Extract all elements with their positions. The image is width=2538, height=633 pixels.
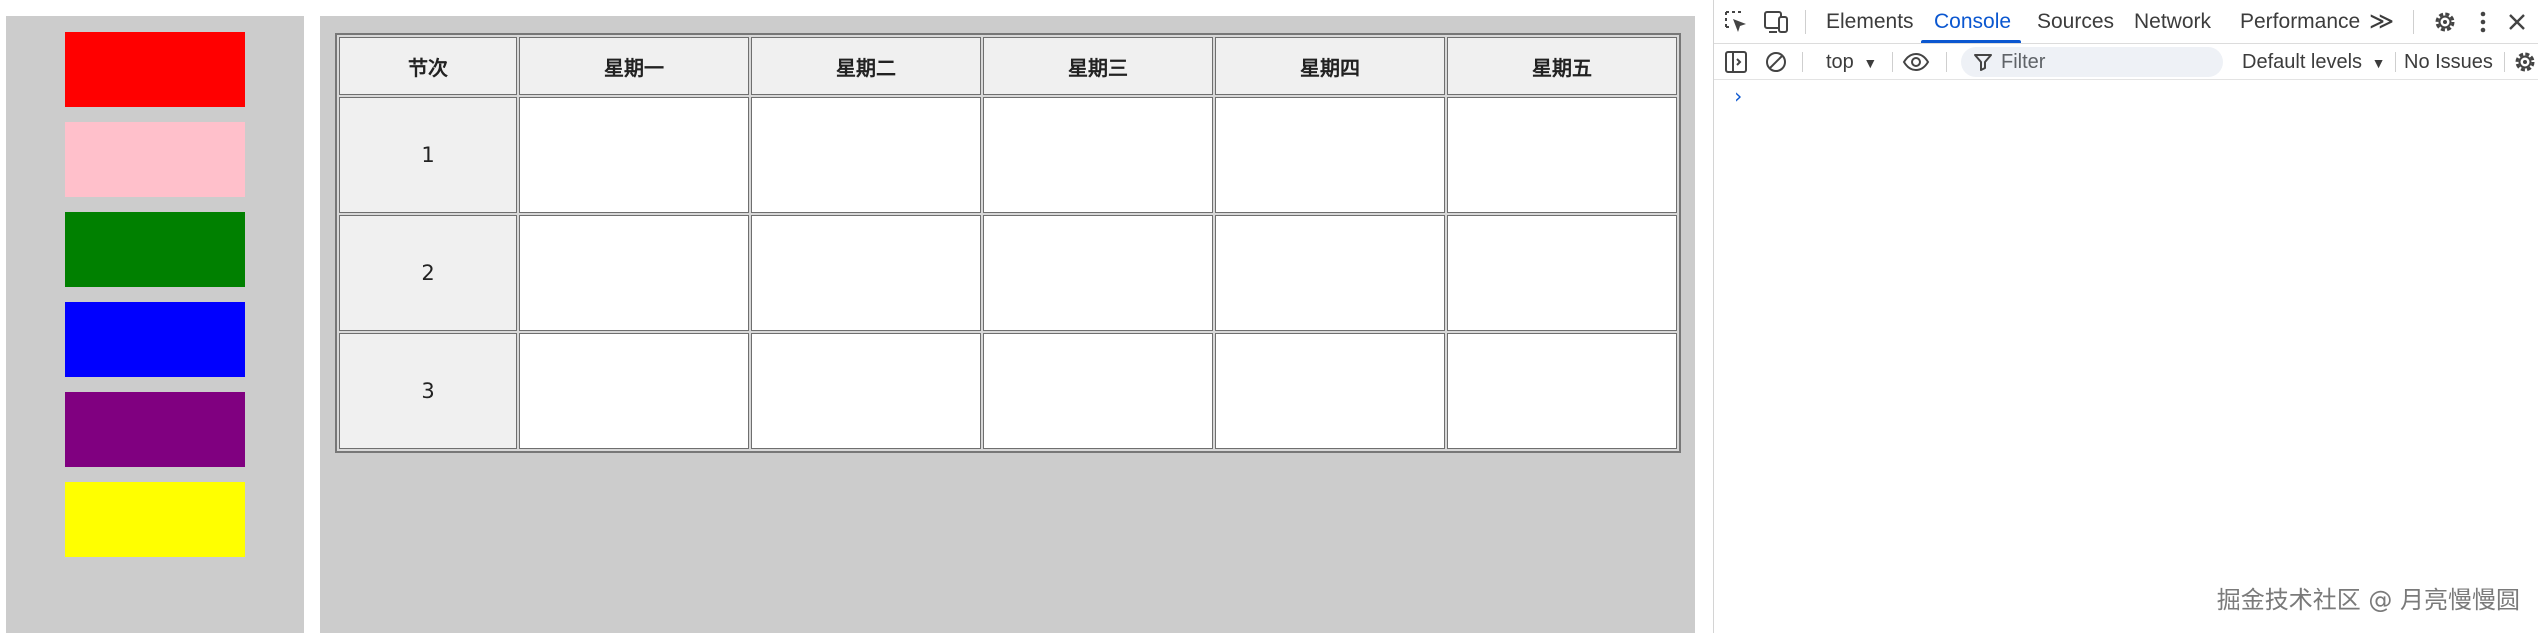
active-tab-indicator bbox=[1921, 40, 2021, 43]
swatch-yellow[interactable] bbox=[65, 482, 245, 557]
toolbar-separator bbox=[2504, 52, 2505, 72]
tab-network[interactable]: Network bbox=[2134, 0, 2211, 44]
schedule-cell[interactable] bbox=[983, 333, 1213, 449]
filter-icon bbox=[1971, 50, 1995, 74]
tab-elements[interactable]: Elements bbox=[1826, 0, 1914, 44]
more-tabs-button[interactable]: ≫ bbox=[2369, 0, 2394, 44]
schedule-cell[interactable] bbox=[983, 97, 1213, 213]
tab-sources[interactable]: Sources bbox=[2037, 0, 2114, 44]
schedule-cell[interactable] bbox=[751, 333, 981, 449]
eye-icon[interactable] bbox=[1902, 48, 1930, 76]
period-cell: 1 bbox=[339, 97, 517, 213]
toolbar-separator bbox=[2395, 52, 2396, 72]
swatch-pink[interactable] bbox=[65, 122, 245, 197]
toolbar-separator bbox=[1802, 52, 1803, 72]
chevron-down-icon: ▼ bbox=[1863, 55, 1878, 71]
settings-gear-icon[interactable] bbox=[2431, 8, 2459, 36]
schedule-cell[interactable] bbox=[1215, 97, 1445, 213]
table-row: 3 bbox=[339, 333, 1677, 449]
console-filter-bar: top ▼ Default le bbox=[1714, 44, 2538, 80]
close-icon[interactable] bbox=[2503, 8, 2531, 36]
header-row: 节次 星期一 星期二 星期三 星期四 星期五 bbox=[339, 37, 1677, 95]
toolbar-separator bbox=[1946, 52, 1947, 72]
chevron-down-icon: ▼ bbox=[2371, 55, 2386, 71]
schedule-cell[interactable] bbox=[519, 333, 749, 449]
header-tuesday: 星期二 bbox=[751, 37, 981, 95]
header-friday: 星期五 bbox=[1447, 37, 1677, 95]
watermark: 掘金技术社区 @ 月亮慢慢圆 bbox=[2216, 586, 2520, 614]
screen: 节次 星期一 星期二 星期三 星期四 星期五 1 2 3 Elements Co… bbox=[0, 0, 2538, 633]
swatch-red[interactable] bbox=[65, 32, 245, 107]
console-prompt[interactable]: › bbox=[1732, 84, 1744, 108]
context-selector[interactable]: top ▼ bbox=[1826, 44, 1877, 81]
tab-console[interactable]: Console bbox=[1934, 0, 2011, 44]
filter-input[interactable] bbox=[2001, 47, 2211, 77]
filter-box bbox=[1961, 47, 2223, 77]
toolbar-separator bbox=[2413, 10, 2414, 34]
swatch-blue[interactable] bbox=[65, 302, 245, 377]
schedule-cell[interactable] bbox=[519, 215, 749, 331]
swatch-green[interactable] bbox=[65, 212, 245, 287]
toolbar-separator bbox=[1892, 52, 1893, 72]
schedule-cell[interactable] bbox=[1215, 215, 1445, 331]
clear-console-icon[interactable] bbox=[1762, 48, 1790, 76]
schedule-panel: 节次 星期一 星期二 星期三 星期四 星期五 1 2 3 bbox=[320, 16, 1695, 633]
header-period: 节次 bbox=[339, 37, 517, 95]
schedule-cell[interactable] bbox=[983, 215, 1213, 331]
toolbar-separator bbox=[1805, 10, 1806, 34]
context-selector-label: top bbox=[1826, 51, 1854, 73]
log-levels-dropdown[interactable]: Default levels ▼ bbox=[2242, 44, 2385, 81]
color-swatch-panel bbox=[6, 16, 304, 633]
header-wednesday: 星期三 bbox=[983, 37, 1213, 95]
period-cell: 2 bbox=[339, 215, 517, 331]
schedule-cell[interactable] bbox=[1447, 333, 1677, 449]
console-settings-gear-icon[interactable] bbox=[2511, 48, 2538, 76]
table-row: 2 bbox=[339, 215, 1677, 331]
swatch-purple[interactable] bbox=[65, 392, 245, 467]
schedule-table: 节次 星期一 星期二 星期三 星期四 星期五 1 2 3 bbox=[335, 33, 1681, 453]
header-monday: 星期一 bbox=[519, 37, 749, 95]
more-vertical-icon[interactable] bbox=[2469, 8, 2497, 36]
sidebar-toggle-icon[interactable] bbox=[1722, 48, 1750, 76]
schedule-cell[interactable] bbox=[751, 97, 981, 213]
schedule-cell[interactable] bbox=[519, 97, 749, 213]
header-thursday: 星期四 bbox=[1215, 37, 1445, 95]
period-cell: 3 bbox=[339, 333, 517, 449]
tab-performance[interactable]: Performance bbox=[2240, 0, 2360, 44]
schedule-cell[interactable] bbox=[1447, 97, 1677, 213]
devtools-panel: Elements Console Sources Network Perform… bbox=[1713, 0, 2538, 633]
inspect-element-icon[interactable] bbox=[1722, 8, 1750, 36]
devtools-toolbar: Elements Console Sources Network Perform… bbox=[1714, 0, 2538, 44]
device-toolbar-icon[interactable] bbox=[1762, 8, 1790, 36]
schedule-cell[interactable] bbox=[751, 215, 981, 331]
schedule-cell[interactable] bbox=[1215, 333, 1445, 449]
issues-button[interactable]: No Issues bbox=[2404, 44, 2493, 80]
table-row: 1 bbox=[339, 97, 1677, 213]
log-levels-label: Default levels bbox=[2242, 51, 2363, 73]
schedule-cell[interactable] bbox=[1447, 215, 1677, 331]
